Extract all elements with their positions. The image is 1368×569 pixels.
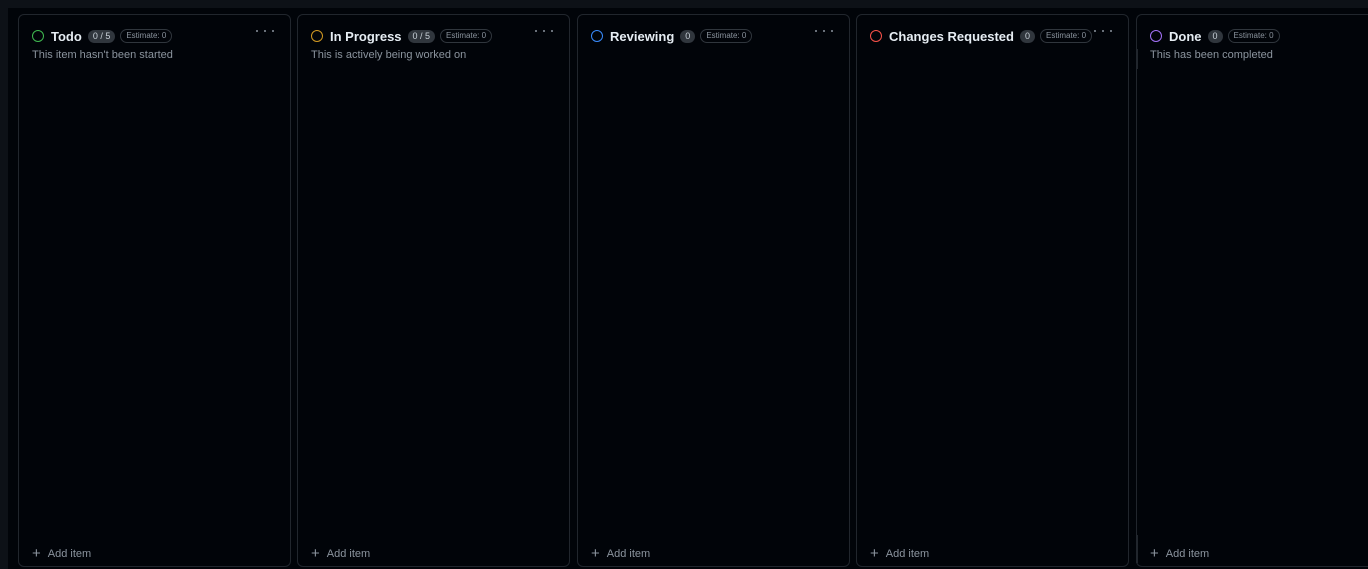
project-board: Todo 0 / 5 Estimate: 0 This item hasn't …: [0, 0, 1368, 569]
circle-icon: [870, 30, 882, 42]
column-description: This is actively being worked on: [311, 49, 467, 61]
plus-icon: +: [870, 544, 879, 562]
estimate-badge: Estimate: 0: [120, 29, 173, 43]
item-count-badge: 0: [1019, 29, 1035, 43]
estimate-badge: Estimate: 0: [1040, 29, 1093, 43]
circle-icon: [1150, 30, 1162, 42]
column-menu-button[interactable]: [815, 24, 833, 38]
column-changes-requested: Changes Requested 0 Estimate: 0 + Add it…: [856, 14, 1129, 567]
plus-icon: +: [591, 544, 600, 562]
ellipsis-icon: [535, 30, 537, 32]
column-menu-button[interactable]: [256, 24, 274, 38]
column-title: Changes Requested: [889, 28, 1014, 44]
add-item-button[interactable]: + Add item: [870, 544, 930, 562]
column-description: This item hasn't been started: [32, 49, 173, 61]
column-title: In Progress: [330, 28, 402, 44]
add-item-label: Add item: [885, 548, 930, 560]
add-item-button[interactable]: + Add item: [311, 544, 371, 562]
estimate-badge: Estimate: 0: [700, 29, 753, 43]
estimate-badge: Estimate: 0: [1227, 29, 1280, 43]
column-menu-button[interactable]: [1094, 24, 1112, 38]
column-title: Reviewing: [610, 28, 675, 44]
column-header: Changes Requested 0 Estimate: 0: [870, 27, 1116, 45]
ellipsis-icon: [256, 30, 258, 32]
item-count-badge: 0: [1207, 29, 1223, 43]
column-header: Todo 0 / 5 Estimate: 0: [32, 27, 278, 45]
add-item-button[interactable]: + Add item: [32, 544, 92, 562]
ellipsis-icon: [815, 30, 817, 32]
column-header: Reviewing 0 Estimate: 0: [591, 27, 837, 45]
plus-icon: +: [1150, 544, 1159, 562]
ellipsis-icon: [1094, 30, 1096, 32]
column-in-progress: In Progress 0 / 5 Estimate: 0 This is ac…: [297, 14, 570, 567]
column-header: In Progress 0 / 5 Estimate: 0: [311, 27, 557, 45]
item-count-badge: 0 / 5: [87, 29, 116, 43]
column-header: Done 0 Estimate: 0: [1150, 27, 1356, 45]
estimate-badge: Estimate: 0: [440, 29, 493, 43]
circle-icon: [311, 30, 323, 42]
column-title: Todo: [51, 28, 82, 44]
add-item-label: Add item: [1165, 548, 1210, 560]
column-edge-marker: [1136, 535, 1138, 563]
add-item-label: Add item: [47, 548, 92, 560]
circle-icon: [591, 30, 603, 42]
column-todo: Todo 0 / 5 Estimate: 0 This item hasn't …: [18, 14, 291, 567]
column-done: Done 0 Estimate: 0 This has been complet…: [1136, 14, 1368, 567]
column-title: Done: [1169, 28, 1202, 44]
add-item-label: Add item: [326, 548, 371, 560]
item-count-badge: 0 / 5: [407, 29, 436, 43]
add-item-label: Add item: [606, 548, 651, 560]
circle-icon: [32, 30, 44, 42]
plus-icon: +: [311, 544, 320, 562]
column-reviewing: Reviewing 0 Estimate: 0 + Add item: [577, 14, 850, 567]
plus-icon: +: [32, 544, 41, 562]
column-description: This has been completed: [1150, 49, 1273, 61]
add-item-button[interactable]: + Add item: [1150, 544, 1210, 562]
item-count-badge: 0: [680, 29, 696, 43]
column-menu-button[interactable]: [535, 24, 553, 38]
add-item-button[interactable]: + Add item: [591, 544, 651, 562]
column-edge-marker: [1136, 49, 1138, 69]
